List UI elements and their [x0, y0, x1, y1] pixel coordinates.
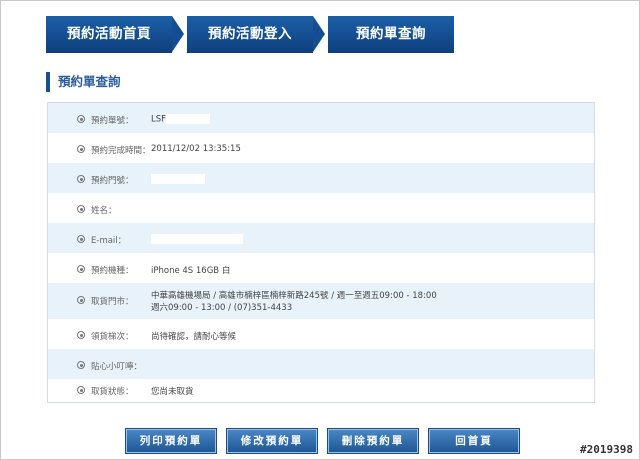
detail-value: [151, 234, 243, 245]
detail-label: 領貨梯次：: [91, 332, 134, 342]
bullet-icon: [77, 145, 85, 153]
detail-value: 中華高雄機場局 / 高雄市楠梓區楠梓新路245號 / 週一至週五09:00 - …: [151, 291, 437, 301]
detail-row-device-model: 預約機種： iPhone 4S 16GB 白: [48, 253, 594, 283]
detail-label: 預約完成時間：: [91, 146, 151, 156]
bullet-icon: [77, 175, 85, 183]
tab-reservation-login[interactable]: 預約活動登入: [187, 16, 313, 53]
bullet-icon: [77, 265, 85, 273]
detail-value: LSF: [151, 114, 211, 125]
detail-row-order-number: 預約單號： LSF: [48, 103, 594, 133]
bullet-icon: [77, 296, 85, 304]
detail-row-phone-number: 預約門號：: [48, 163, 594, 193]
detail-label: 取貨狀態：: [91, 387, 134, 397]
detail-row-pickup-status: 取貨狀態： 您尚未取貨: [48, 379, 594, 402]
tab-reservation-home[interactable]: 預約活動首頁: [46, 16, 172, 53]
detail-value: iPhone 4S 16GB 白: [151, 266, 231, 276]
section-title: 預約單查詢: [46, 72, 121, 92]
bullet-icon: [77, 361, 85, 369]
detail-value: [151, 174, 205, 185]
detail-label: 姓名：: [91, 206, 117, 216]
tab-reservation-query[interactable]: 預約單查詢: [328, 16, 454, 53]
detail-row-pickup-batch: 領貨梯次： 尚待確認，請耐心等候: [48, 319, 594, 349]
reservation-details: 預約單號： LSF 預約完成時間： 2011/12/02 13:35:15 預約…: [47, 102, 595, 403]
detail-row-email: E-mail：: [48, 223, 594, 253]
detail-row-completion-time: 預約完成時間： 2011/12/02 13:35:15: [48, 133, 594, 163]
detail-label: 預約機種：: [91, 266, 134, 276]
detail-row-pickup-store: 取貨門市： 中華高雄機場局 / 高雄市楠梓區楠梓新路245號 / 週一至週五09…: [48, 283, 594, 319]
bullet-icon: [77, 115, 85, 123]
tab-arrow-icon: [313, 16, 325, 52]
detail-label: 貼心小叮嚀：: [91, 362, 143, 372]
home-button[interactable]: 回首頁: [429, 429, 519, 453]
detail-label: E-mail：: [91, 236, 127, 246]
delete-reservation-button[interactable]: 刪除預約單: [328, 429, 418, 453]
detail-value: 尚待確認，請耐心等候: [151, 332, 237, 342]
bullet-icon: [77, 205, 85, 213]
detail-value: [151, 204, 177, 215]
detail-label: 預約門號：: [91, 176, 134, 186]
detail-row-name: 姓名：: [48, 193, 594, 223]
detail-value: 您尚未取貨: [151, 387, 194, 397]
edit-reservation-button[interactable]: 修改預約單: [227, 429, 317, 453]
bullet-icon: [77, 386, 85, 394]
tab-arrow-icon: [172, 16, 184, 52]
bullet-icon: [77, 331, 85, 339]
detail-row-reminder: 貼心小叮嚀：: [48, 349, 594, 379]
detail-label: 取貨門市：: [91, 297, 134, 307]
detail-value-line2: 週六09:00 - 13:00 / (07)351-4433: [151, 303, 293, 313]
page-frame: 預約活動首頁 預約活動登入 預約單查詢 預約單查詢 預約單號： LSF 預約完成…: [0, 0, 640, 460]
detail-value: 2011/12/02 13:35:15: [151, 144, 241, 154]
bullet-icon: [77, 235, 85, 243]
image-watermark: #2019398: [580, 443, 633, 456]
detail-label: 預約單號：: [91, 116, 134, 126]
print-reservation-button[interactable]: 列印預約單: [126, 429, 216, 453]
